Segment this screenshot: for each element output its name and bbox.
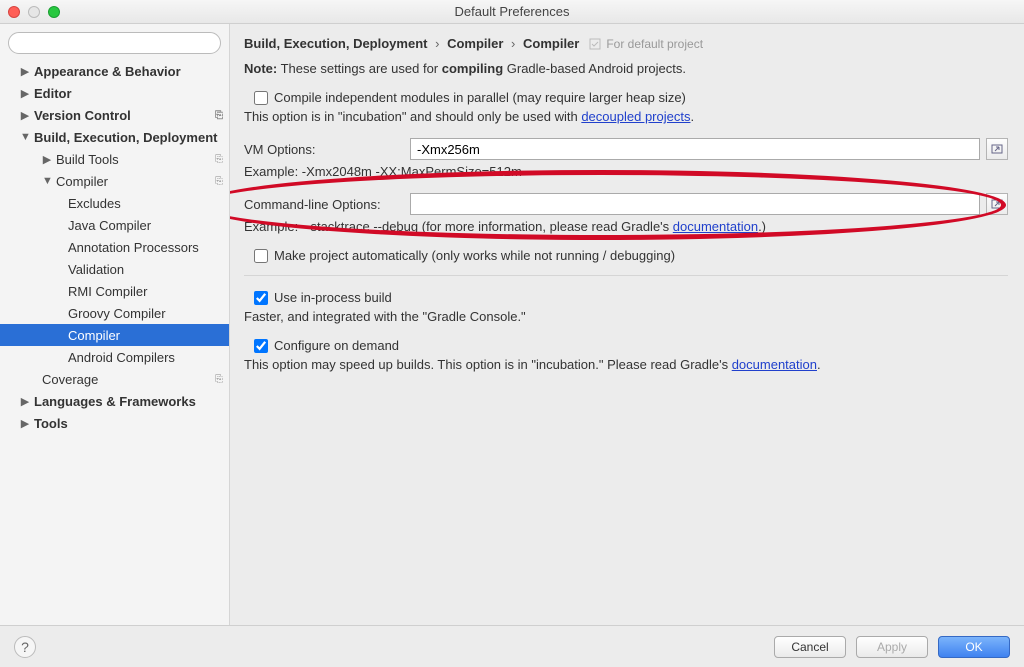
chevron-down-icon: ▼ <box>20 131 30 143</box>
sidebar-item-label: Groovy Compiler <box>68 306 223 321</box>
sidebar-item-label: Version Control <box>34 108 215 123</box>
sidebar-item-java-compiler[interactable]: Java Compiler <box>0 214 229 236</box>
chevron-right-icon: ▶ <box>20 417 30 430</box>
in-process-label: Use in-process build <box>274 290 392 305</box>
sidebar-item-label: Validation <box>68 262 223 277</box>
vm-options-example: Example: -Xmx2048m -XX:MaxPermSize=512m <box>244 164 1008 179</box>
sidebar-item-label: Annotation Processors <box>68 240 223 255</box>
sidebar-item-annotation-processors[interactable]: Annotation Processors <box>0 236 229 258</box>
preferences-tree: ▶ Appearance & Behavior ▶ Editor ▶ Version … <box>0 60 229 444</box>
compile-parallel-checkbox[interactable] <box>254 91 268 105</box>
gradle-doc-link[interactable]: documentation <box>673 219 758 234</box>
compile-parallel-label: Compile independent modules in parallel … <box>274 90 686 105</box>
breadcrumb-part: Compiler <box>447 36 503 51</box>
chevron-right-icon: ▶ <box>20 395 30 408</box>
reset-icon <box>589 38 601 50</box>
vm-options-input[interactable] <box>410 138 980 160</box>
sidebar-item-label: Build Tools <box>56 152 215 167</box>
dialog-footer: ? Cancel Apply OK <box>0 625 1024 667</box>
search-input[interactable] <box>8 32 221 54</box>
help-button[interactable]: ? <box>14 636 36 658</box>
note-prefix: Note: <box>244 61 277 76</box>
configure-on-demand-desc: This option may speed up builds. This op… <box>244 357 1008 372</box>
sidebar-item-appearance[interactable]: ▶ Appearance & Behavior <box>0 60 229 82</box>
sidebar-item-label: Tools <box>34 416 223 431</box>
sidebar-item-build-execution-deployment[interactable]: ▼ Build, Execution, Deployment <box>0 126 229 148</box>
preferences-content: Build, Execution, Deployment › Compiler … <box>230 24 1024 625</box>
in-process-desc: Faster, and integrated with the "Gradle … <box>244 309 1008 324</box>
ok-button[interactable]: OK <box>938 636 1010 658</box>
breadcrumb-part: Build, Execution, Deployment <box>244 36 427 51</box>
expand-cmd-options-button[interactable] <box>986 193 1008 215</box>
for-default-project-label: For default project <box>589 37 703 51</box>
sidebar-item-label: Android Compilers <box>68 350 223 365</box>
breadcrumb-part: Compiler <box>523 36 579 51</box>
sidebar-item-android-compiler[interactable]: Compiler <box>0 324 229 346</box>
sidebar-item-label: Excludes <box>68 196 223 211</box>
make-auto-row: Make project automatically (only works w… <box>254 248 1008 263</box>
project-badge-icon: ⎘ <box>215 176 223 187</box>
cancel-button[interactable]: Cancel <box>774 636 846 658</box>
vm-options-row: VM Options: <box>244 138 1008 160</box>
window-title: Default Preferences <box>0 4 1024 19</box>
sidebar-item-compiler[interactable]: ▼ Compiler⎘ <box>0 170 229 192</box>
sidebar-item-validation[interactable]: Validation <box>0 258 229 280</box>
chevron-right-icon: ▶ <box>42 153 52 166</box>
chevron-right-icon: ▶ <box>20 87 30 100</box>
make-auto-checkbox[interactable] <box>254 249 268 263</box>
sidebar-item-label: RMI Compiler <box>68 284 223 299</box>
preferences-sidebar: ▶ Appearance & Behavior ▶ Editor ▶ Version … <box>0 24 230 625</box>
expand-icon <box>991 143 1003 155</box>
sidebar-item-languages-frameworks[interactable]: ▶ Languages & Frameworks <box>0 390 229 412</box>
expand-icon <box>991 198 1003 210</box>
in-process-row: Use in-process build <box>254 290 1008 305</box>
configure-on-demand-label: Configure on demand <box>274 338 399 353</box>
sidebar-item-rmi-compiler[interactable]: RMI Compiler <box>0 280 229 302</box>
cmd-options-label: Command-line Options: <box>244 197 410 212</box>
gradle-doc-link-2[interactable]: documentation <box>732 357 817 372</box>
sidebar-item-coverage[interactable]: Coverage⎘ <box>0 368 229 390</box>
incubation-note: This option is in "incubation" and shoul… <box>244 109 1008 124</box>
sidebar-item-label: Appearance & Behavior <box>34 64 223 79</box>
expand-vm-options-button[interactable] <box>986 138 1008 160</box>
sidebar-item-label: Languages & Frameworks <box>34 394 223 409</box>
for-default-project-text: For default project <box>606 37 703 51</box>
sidebar-item-excludes[interactable]: Excludes <box>0 192 229 214</box>
sidebar-item-label: Java Compiler <box>68 218 223 233</box>
sidebar-item-groovy-compiler[interactable]: Groovy Compiler <box>0 302 229 324</box>
sidebar-item-label: Coverage <box>42 372 215 387</box>
chevron-right-icon: ▶ <box>20 109 30 122</box>
project-badge-icon: ⎘ <box>215 374 223 385</box>
apply-button[interactable]: Apply <box>856 636 928 658</box>
note-text: Note: These settings are used for compil… <box>244 61 1008 76</box>
configure-on-demand-checkbox[interactable] <box>254 339 268 353</box>
vm-options-label: VM Options: <box>244 142 410 157</box>
in-process-checkbox[interactable] <box>254 291 268 305</box>
sidebar-item-label: Compiler <box>68 328 223 343</box>
project-badge-icon: ⎘ <box>215 110 223 121</box>
separator <box>244 275 1008 276</box>
window-titlebar: Default Preferences <box>0 0 1024 24</box>
sidebar-item-editor[interactable]: ▶ Editor <box>0 82 229 104</box>
decoupled-projects-link[interactable]: decoupled projects <box>581 109 690 124</box>
cmd-options-example: Example: --stacktrace --debug (for more … <box>244 219 1008 234</box>
sidebar-item-android-compilers[interactable]: Android Compilers <box>0 346 229 368</box>
breadcrumb: Build, Execution, Deployment › Compiler … <box>244 36 1008 51</box>
sidebar-item-label: Compiler <box>56 174 215 189</box>
sidebar-item-label: Build, Execution, Deployment <box>34 130 223 145</box>
cmd-options-input[interactable] <box>410 193 980 215</box>
sidebar-item-build-tools[interactable]: ▶ Build Tools⎘ <box>0 148 229 170</box>
configure-on-demand-row: Configure on demand <box>254 338 1008 353</box>
project-badge-icon: ⎘ <box>215 154 223 165</box>
chevron-right-icon: ▶ <box>20 65 30 78</box>
sidebar-item-label: Editor <box>34 86 223 101</box>
sidebar-item-tools[interactable]: ▶ Tools <box>0 412 229 434</box>
chevron-down-icon: ▼ <box>42 175 52 187</box>
compile-parallel-row: Compile independent modules in parallel … <box>254 90 1008 105</box>
cmd-options-row: Command-line Options: <box>244 193 1008 215</box>
sidebar-item-version-control[interactable]: ▶ Version Control⎘ <box>0 104 229 126</box>
make-auto-label: Make project automatically (only works w… <box>274 248 675 263</box>
